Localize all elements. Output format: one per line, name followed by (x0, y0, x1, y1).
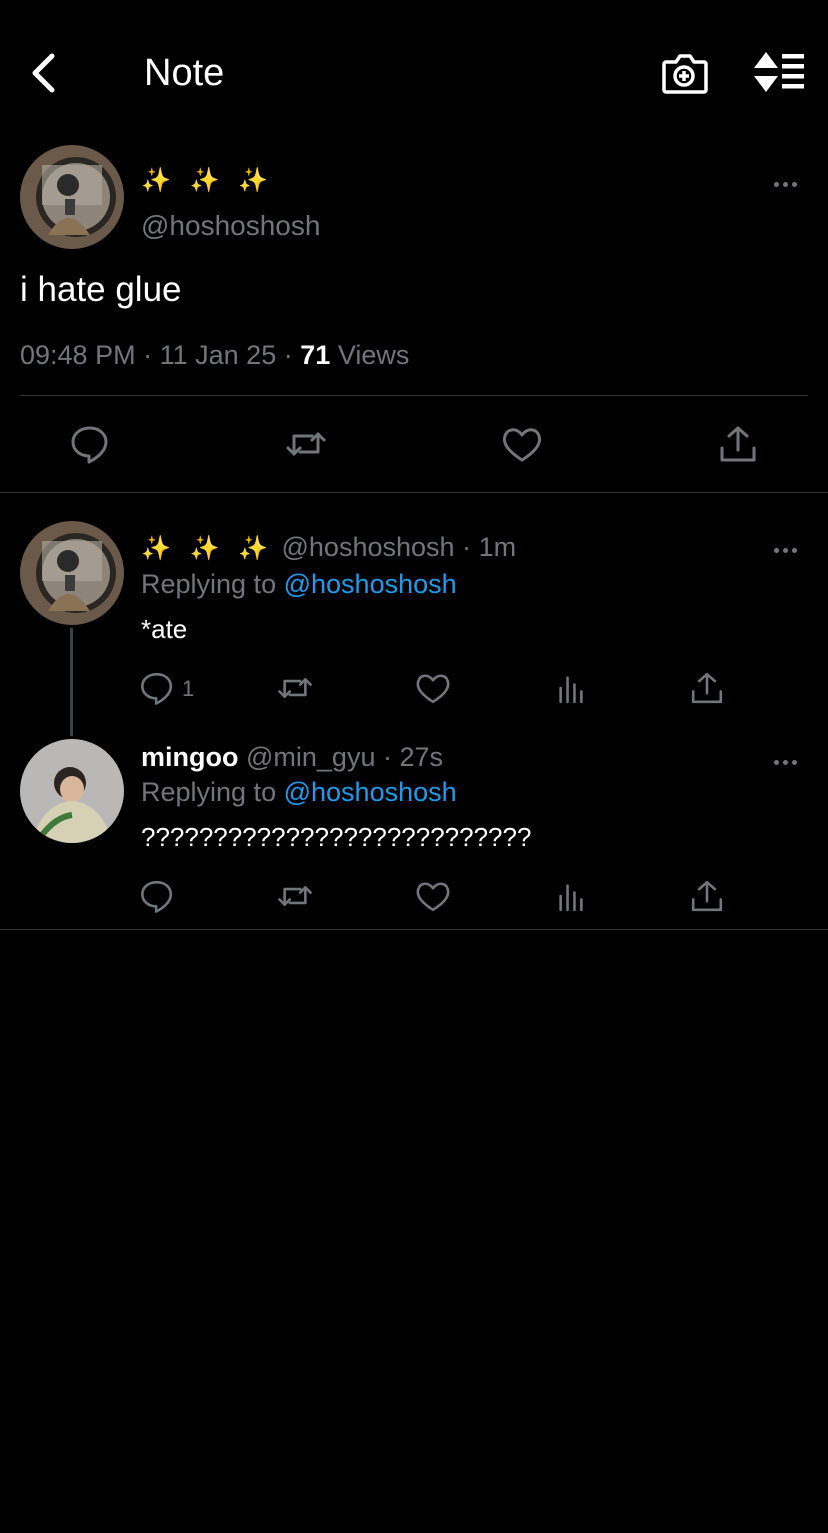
divider (0, 492, 828, 493)
views-label: Views (337, 340, 410, 370)
handle[interactable]: @hoshoshosh (282, 532, 455, 562)
like-icon (503, 428, 541, 462)
replying-to-handle[interactable]: @hoshoshosh (284, 569, 457, 599)
retweet-icon (278, 886, 312, 906)
display-name: ✨ ✨ ✨ (141, 535, 274, 562)
tweet-date: 11 Jan 25 (159, 340, 277, 370)
more-icon (774, 760, 779, 765)
retweet-button[interactable] (284, 424, 328, 464)
divider (0, 929, 828, 930)
reply-button[interactable] (68, 424, 112, 464)
thread-line (70, 628, 73, 736)
avatar[interactable] (20, 739, 124, 843)
like-icon (416, 674, 450, 704)
analytics-button[interactable] (552, 878, 590, 914)
avatar-photo (20, 739, 124, 843)
reply-button[interactable] (138, 878, 176, 914)
share-button[interactable] (688, 878, 726, 914)
views-count: 71 (300, 340, 331, 370)
reply-count: 1 (182, 676, 195, 701)
handle[interactable]: @min_gyu (246, 742, 375, 772)
retweet-button[interactable] (276, 670, 314, 706)
replying-to: Replying to @hoshoshosh (141, 569, 457, 599)
like-button[interactable] (414, 670, 452, 706)
analytics-icon (559, 884, 583, 912)
retweet-icon (278, 678, 312, 698)
retweet-button[interactable] (276, 878, 314, 914)
share-icon (691, 880, 723, 912)
sort-icon (754, 52, 804, 92)
timestamp: 1m (478, 532, 517, 562)
reply-text: ??????????????????????????? (141, 822, 532, 852)
tweet-meta: 09:48 PM · 11 Jan 25 · 71 Views (20, 340, 410, 370)
avatar[interactable] (20, 521, 124, 625)
analytics-icon (559, 676, 583, 704)
tweet-text: i hate glue (20, 270, 182, 309)
reply-header: mingoo @min_gyu · 27s (141, 742, 444, 772)
avatar[interactable] (20, 145, 124, 249)
replying-to: Replying to @hoshoshosh (141, 777, 457, 807)
handle[interactable]: @hoshoshosh (141, 208, 320, 244)
back-button[interactable] (28, 52, 62, 94)
replying-to-handle[interactable]: @hoshoshosh (284, 777, 457, 807)
avatar-photo (20, 145, 124, 249)
tweet-time: 09:48 PM (20, 340, 136, 370)
sort-replies-button[interactable] (752, 50, 808, 96)
display-name: mingoo (141, 742, 239, 772)
reply-icon (141, 880, 173, 913)
share-button[interactable] (716, 424, 760, 464)
reply-header: ✨ ✨ ✨ @hoshoshosh · 1m (141, 532, 517, 562)
timestamp: 27s (399, 742, 444, 772)
reply-button[interactable] (138, 670, 176, 706)
reply-icon (71, 426, 108, 464)
like-button[interactable] (500, 424, 544, 464)
share-icon (720, 426, 756, 462)
display-name: ✨ ✨ ✨ (141, 167, 274, 194)
reply-icon (141, 672, 173, 705)
reply-text: *ate (141, 614, 188, 644)
page-title: Note (144, 52, 225, 94)
camera-plus-icon (662, 54, 708, 94)
more-options-button[interactable] (774, 174, 804, 187)
back-arrow-icon (32, 53, 55, 93)
like-button[interactable] (414, 878, 452, 914)
analytics-button[interactable] (552, 670, 590, 706)
avatar-photo (20, 521, 124, 625)
more-icon (774, 182, 779, 187)
divider (20, 395, 808, 396)
more-icon (774, 548, 779, 553)
share-icon (691, 672, 723, 704)
like-icon (416, 882, 450, 912)
share-button[interactable] (688, 670, 726, 706)
camera-button[interactable] (660, 50, 708, 96)
retweet-icon (286, 432, 326, 456)
more-options-button[interactable] (774, 752, 804, 765)
more-options-button[interactable] (774, 540, 804, 553)
